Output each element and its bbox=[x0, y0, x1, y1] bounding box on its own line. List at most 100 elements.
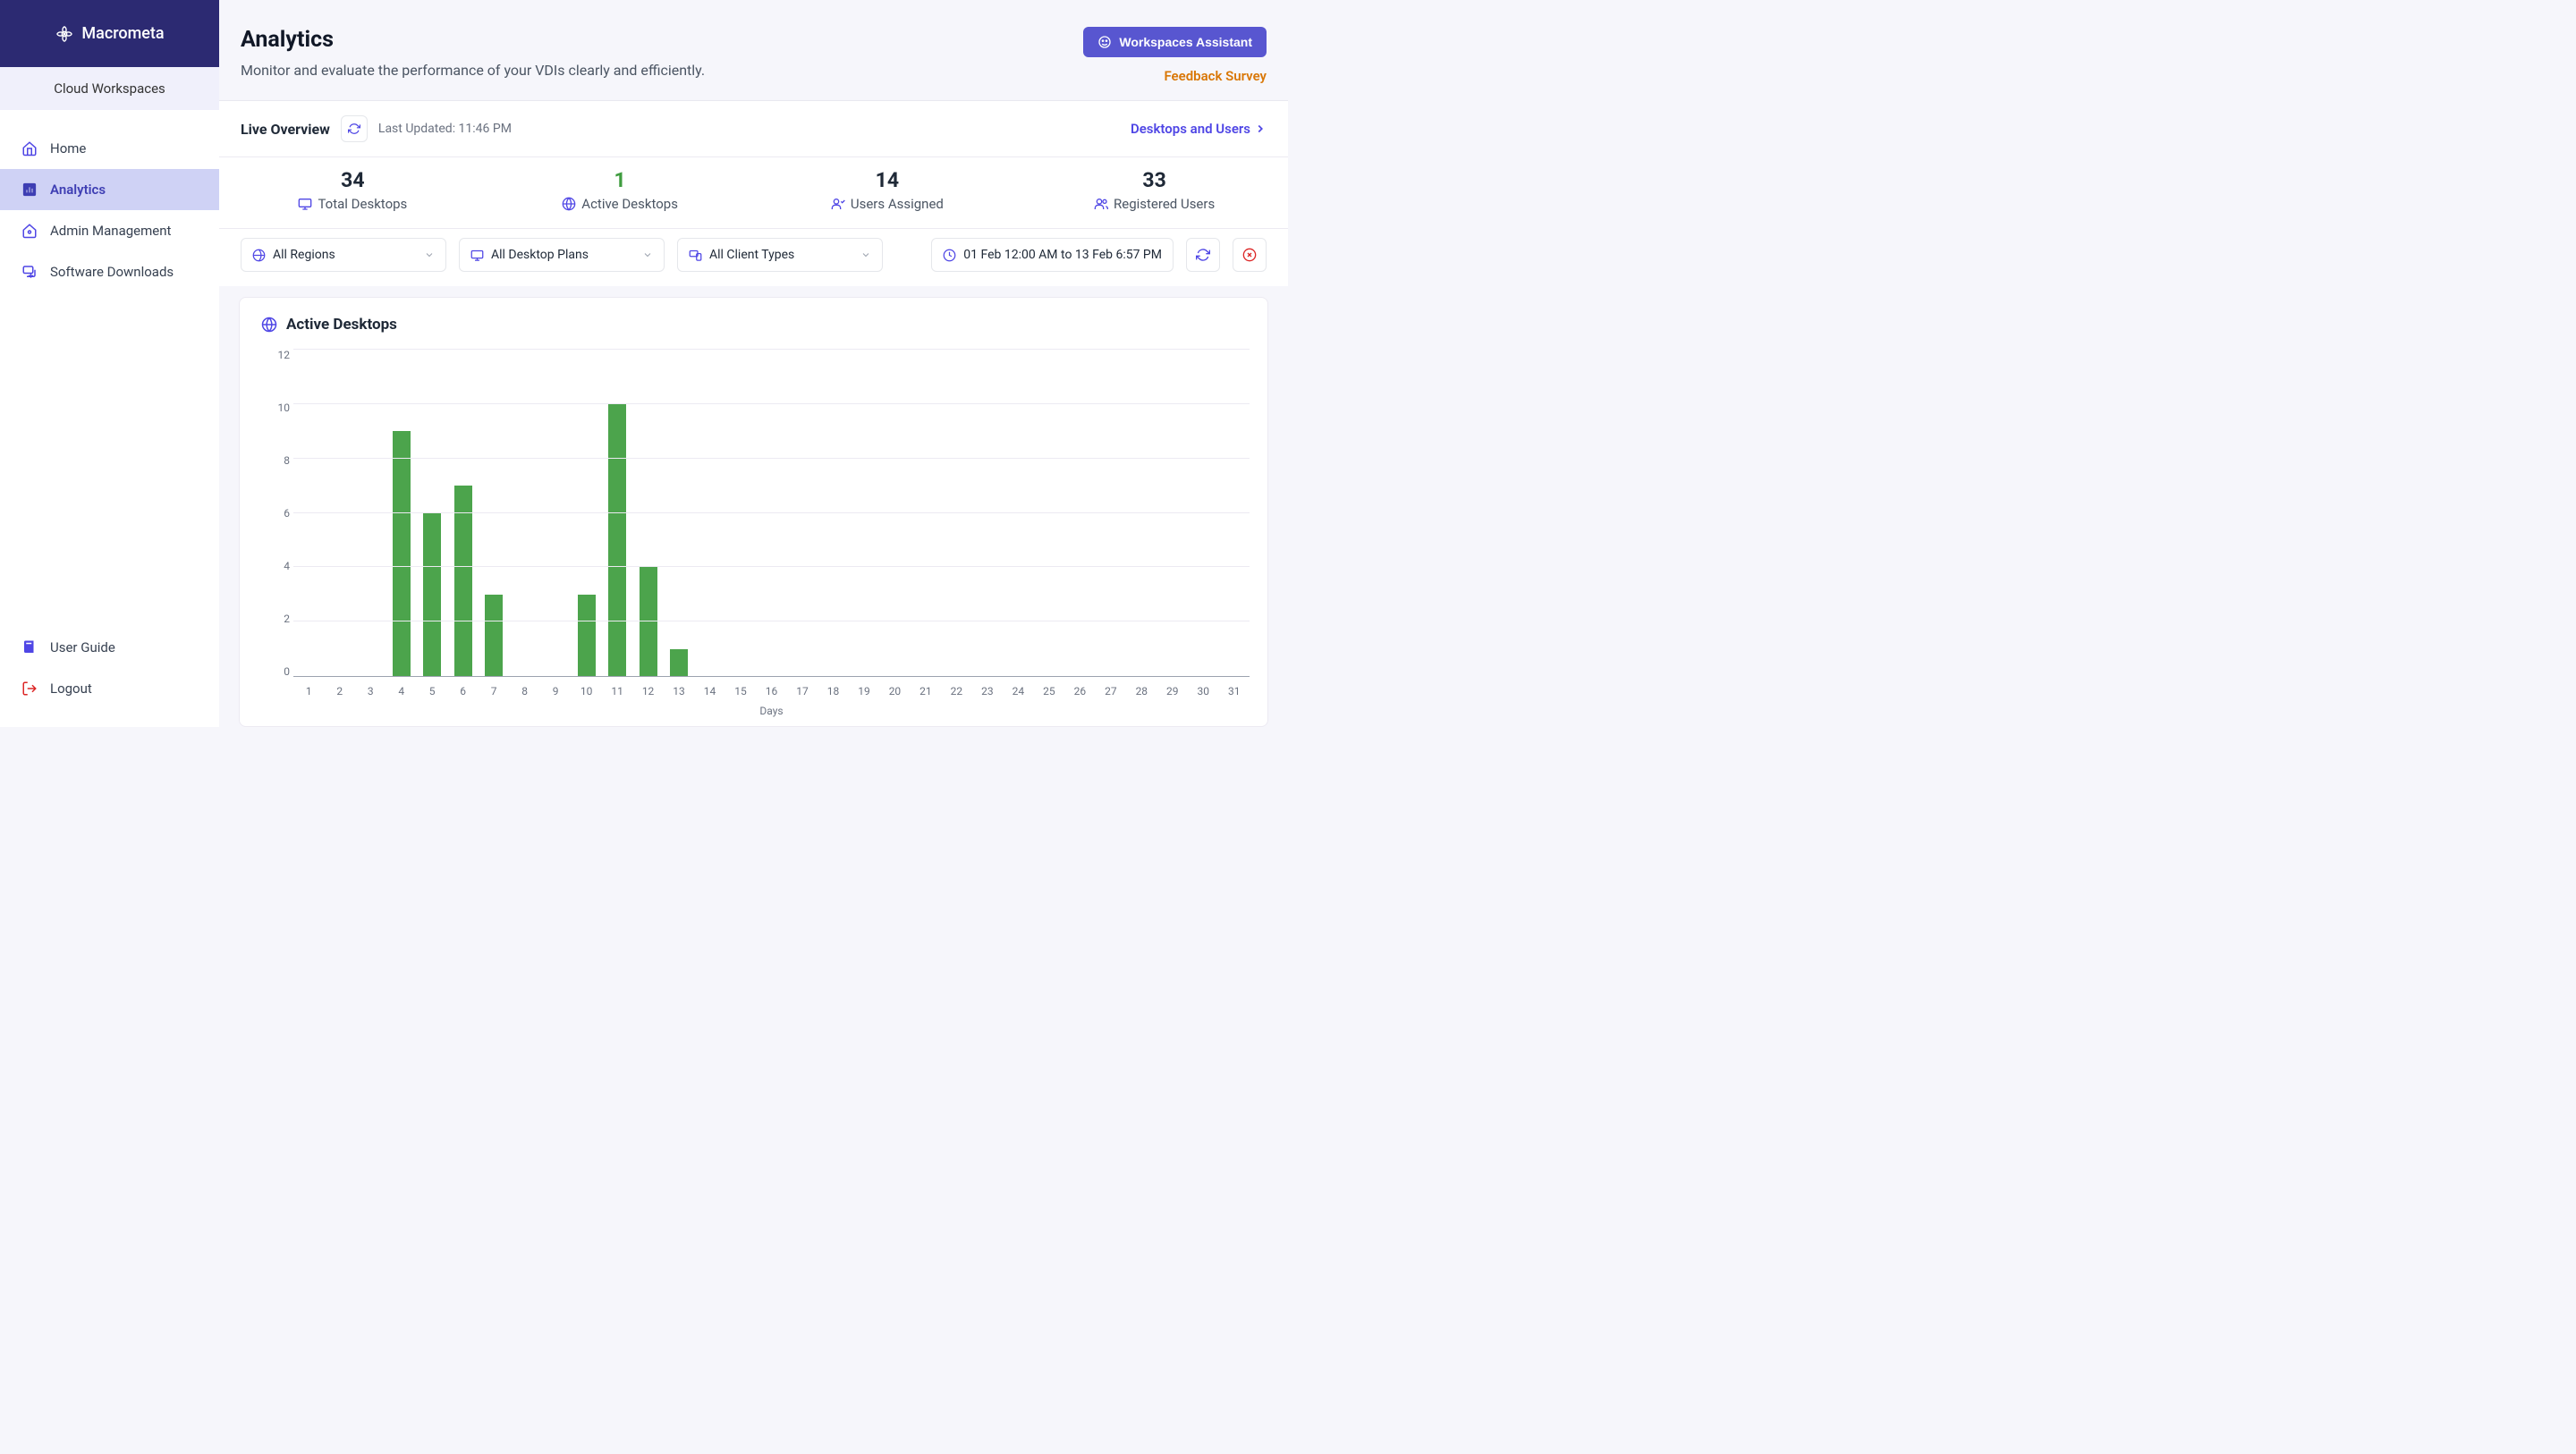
region-filter[interactable]: All Regions bbox=[241, 238, 446, 272]
bar-slot bbox=[509, 350, 539, 676]
stat-total-desktops: 34 Total Desktops bbox=[219, 168, 487, 212]
bar-slot bbox=[324, 350, 354, 676]
x-tick: 20 bbox=[879, 685, 910, 697]
bar-slot bbox=[941, 350, 971, 676]
chart-bar bbox=[454, 486, 472, 676]
bar-slot bbox=[972, 350, 1003, 676]
nav-item-label: Admin Management bbox=[50, 223, 171, 239]
nav-item-home[interactable]: Home bbox=[0, 128, 219, 169]
nav-item-label: Analytics bbox=[50, 182, 106, 198]
bar-slot bbox=[355, 350, 386, 676]
nav-item-label: User Guide bbox=[50, 639, 115, 655]
y-tick: 12 bbox=[258, 350, 290, 360]
chart-title-text: Active Desktops bbox=[286, 316, 397, 334]
bar-slot bbox=[571, 350, 601, 676]
chart-plot bbox=[293, 350, 1250, 677]
page-title: Analytics bbox=[241, 27, 705, 53]
bar-slot bbox=[632, 350, 663, 676]
bar-slot bbox=[1034, 350, 1064, 676]
stat-value: 1 bbox=[614, 168, 626, 192]
chart-area: 121086420 123456789101112131415161718192… bbox=[258, 350, 1250, 717]
date-range-filter[interactable]: 01 Feb 12:00 AM to 13 Feb 6:57 PM bbox=[931, 238, 1174, 272]
logout-icon bbox=[21, 681, 38, 697]
download-icon bbox=[21, 264, 38, 280]
plan-filter[interactable]: All Desktop Plans bbox=[459, 238, 665, 272]
bar-slot bbox=[849, 350, 879, 676]
x-tick: 19 bbox=[849, 685, 879, 697]
filters-row: All Regions All Desktop Plans All Client… bbox=[219, 229, 1288, 286]
stat-registered-users: 33 Registered Users bbox=[1021, 168, 1288, 212]
bar-slot bbox=[694, 350, 724, 676]
bar-slot bbox=[293, 350, 324, 676]
clock-icon bbox=[943, 249, 956, 262]
chart-bar bbox=[640, 567, 657, 676]
stat-value: 34 bbox=[341, 168, 364, 192]
nav-item-analytics[interactable]: Analytics bbox=[0, 169, 219, 210]
link-label: Desktops and Users bbox=[1131, 121, 1250, 137]
bar-slot bbox=[1003, 350, 1033, 676]
x-tick: 24 bbox=[1003, 685, 1033, 697]
x-tick: 9 bbox=[540, 685, 571, 697]
client-filter[interactable]: All Client Types bbox=[677, 238, 883, 272]
nav-item-downloads[interactable]: Software Downloads bbox=[0, 251, 219, 292]
refresh-button[interactable] bbox=[341, 115, 368, 142]
y-tick: 2 bbox=[258, 613, 290, 624]
bar-slot bbox=[540, 350, 571, 676]
chevron-down-icon bbox=[424, 249, 435, 260]
active-desktops-chart-card: Active Desktops 121086420 12345678910111… bbox=[239, 297, 1268, 727]
chart-bar bbox=[670, 649, 688, 676]
feedback-survey-link[interactable]: Feedback Survey bbox=[1164, 68, 1267, 84]
refresh-icon bbox=[348, 123, 360, 135]
refresh-filters-button[interactable] bbox=[1186, 238, 1220, 272]
chart-bars bbox=[293, 350, 1250, 676]
x-tick: 27 bbox=[1096, 685, 1126, 697]
chevron-down-icon bbox=[642, 249, 653, 260]
nav-item-label: Logout bbox=[50, 681, 92, 697]
stat-label: Registered Users bbox=[1114, 196, 1215, 212]
bar-slot bbox=[417, 350, 447, 676]
nav-item-user-guide[interactable]: User Guide bbox=[0, 627, 219, 668]
x-tick: 7 bbox=[479, 685, 509, 697]
x-axis-label: Days bbox=[293, 705, 1250, 717]
x-tick: 14 bbox=[694, 685, 724, 697]
workspaces-assistant-button[interactable]: Workspaces Assistant bbox=[1083, 27, 1267, 57]
x-tick: 1 bbox=[293, 685, 324, 697]
chart-bar bbox=[393, 431, 411, 676]
stat-users-assigned: 14 Users Assigned bbox=[754, 168, 1021, 212]
devices-icon bbox=[689, 249, 702, 262]
bar-slot bbox=[725, 350, 756, 676]
admin-icon bbox=[21, 223, 38, 239]
bar-slot bbox=[479, 350, 509, 676]
x-tick: 22 bbox=[941, 685, 971, 697]
x-tick: 8 bbox=[509, 685, 539, 697]
page-header: Analytics Monitor and evaluate the perfo… bbox=[219, 0, 1288, 101]
clear-icon bbox=[1242, 248, 1257, 262]
chart-title: Active Desktops bbox=[261, 316, 1250, 334]
globe-icon bbox=[252, 249, 266, 262]
home-icon bbox=[21, 140, 38, 156]
globe-icon bbox=[562, 197, 576, 211]
assistant-button-label: Workspaces Assistant bbox=[1119, 35, 1252, 49]
filter-label: 01 Feb 12:00 AM to 13 Feb 6:57 PM bbox=[963, 248, 1162, 262]
stat-label: Total Desktops bbox=[318, 196, 407, 212]
filter-label: All Desktop Plans bbox=[491, 248, 589, 262]
stat-label: Users Assigned bbox=[851, 196, 944, 212]
x-tick: 30 bbox=[1188, 685, 1218, 697]
y-tick: 6 bbox=[258, 508, 290, 519]
filter-label: All Regions bbox=[273, 248, 335, 262]
chart-bar bbox=[485, 595, 503, 676]
clear-filters-button[interactable] bbox=[1233, 238, 1267, 272]
bar-slot bbox=[1219, 350, 1250, 676]
analytics-icon bbox=[21, 182, 38, 198]
desktops-and-users-link[interactable]: Desktops and Users bbox=[1131, 121, 1267, 137]
x-tick: 13 bbox=[664, 685, 694, 697]
bar-slot bbox=[1064, 350, 1095, 676]
nav-item-admin[interactable]: Admin Management bbox=[0, 210, 219, 251]
nav-item-logout[interactable]: Logout bbox=[0, 668, 219, 709]
globe-icon bbox=[261, 317, 277, 333]
chart-bar bbox=[608, 404, 626, 676]
x-tick: 21 bbox=[911, 685, 941, 697]
x-tick: 25 bbox=[1034, 685, 1064, 697]
x-tick: 12 bbox=[632, 685, 663, 697]
bar-slot bbox=[1188, 350, 1218, 676]
